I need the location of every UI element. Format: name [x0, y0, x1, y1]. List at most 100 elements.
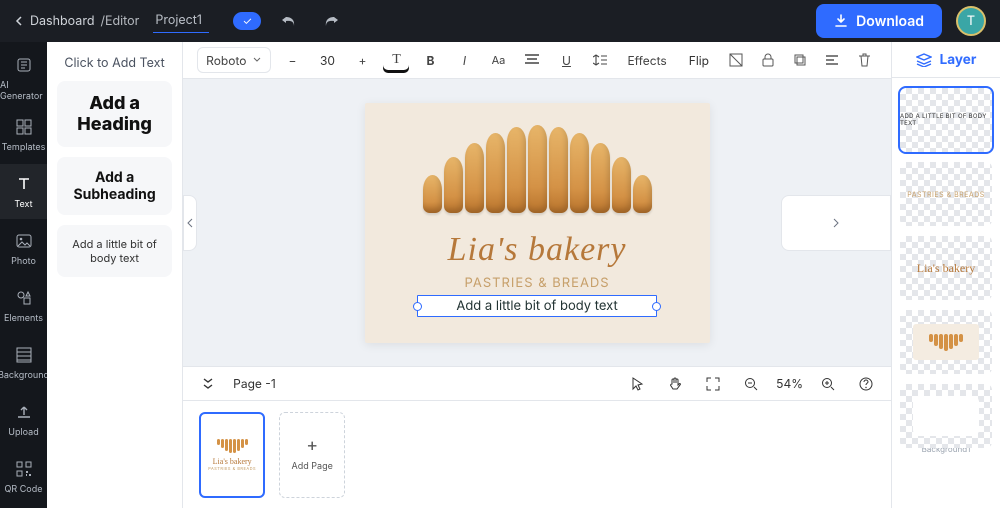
- collapse-right-handle[interactable]: [781, 195, 891, 251]
- rail-item-upload[interactable]: Upload: [0, 392, 47, 447]
- thumb-bread-icon: [217, 439, 248, 453]
- rail-item-ai[interactable]: AI Generator: [0, 50, 47, 105]
- layer-panel-heading[interactable]: Layer: [892, 42, 1000, 78]
- duplicate-icon: [793, 53, 807, 67]
- rail-item-qrcode[interactable]: QR Code: [0, 449, 47, 504]
- rail-item-background[interactable]: Background: [0, 335, 47, 390]
- help-button[interactable]: [853, 371, 879, 397]
- italic-button[interactable]: I: [451, 47, 477, 73]
- align-icon: [525, 54, 539, 66]
- cursor-tool-button[interactable]: [624, 371, 650, 397]
- thumb-subtitle: PASTRIES & BREADS: [208, 466, 256, 471]
- add-heading-button[interactable]: Add a Heading: [57, 81, 172, 147]
- zoom-out-icon: [744, 377, 758, 391]
- download-label: Download: [856, 13, 924, 30]
- collapse-left-handle[interactable]: [183, 195, 197, 251]
- position-icon: [825, 53, 839, 67]
- font-size-decrease-button[interactable]: −: [279, 47, 305, 73]
- page-label: Page -1: [233, 376, 276, 391]
- page-thumbnails: Lia's bakery PASTRIES & BREADS + Add Pag…: [183, 400, 891, 508]
- trash-icon: [858, 53, 871, 67]
- chevron-left-icon: [186, 218, 194, 228]
- canvas-title-text[interactable]: Lia's bakery: [365, 231, 710, 269]
- zoom-in-icon: [821, 377, 835, 391]
- layer-item-title[interactable]: Lia's bakery: [900, 236, 992, 300]
- undo-icon: [281, 14, 297, 28]
- templates-icon: [13, 116, 35, 138]
- dashboard-label: Dashboard: [30, 14, 94, 29]
- bold-button[interactable]: B: [417, 47, 443, 73]
- bread-icon: [929, 334, 963, 351]
- avatar[interactable]: T: [956, 6, 986, 36]
- redo-icon: [323, 14, 339, 28]
- add-body-text-button[interactable]: Add a little bit of body text: [57, 225, 172, 277]
- canvas[interactable]: Lia's bakery PASTRIES & BREADS Add a lit…: [365, 103, 710, 343]
- canvas-selected-textbox[interactable]: Add a little bit of body text: [417, 295, 657, 317]
- ai-icon: [13, 54, 35, 76]
- help-icon: [859, 377, 873, 391]
- underline-button[interactable]: U: [553, 47, 579, 73]
- layer-item-image[interactable]: [900, 310, 992, 374]
- lock-icon: [762, 53, 774, 67]
- canvas-area[interactable]: Lia's bakery PASTRIES & BREADS Add a lit…: [183, 79, 891, 366]
- project-name-input[interactable]: Project1: [153, 9, 209, 33]
- spacing-button[interactable]: [587, 47, 613, 73]
- plus-icon: +: [306, 437, 318, 455]
- rail-item-elements[interactable]: Elements: [0, 278, 47, 333]
- opacity-button[interactable]: [723, 47, 749, 73]
- delete-button[interactable]: [851, 47, 877, 73]
- left-rail: AI Generator Templates Text Photo Elemen…: [0, 42, 47, 508]
- sync-status-badge: ✓: [233, 12, 261, 30]
- chevron-down-icon: [252, 55, 262, 65]
- add-page-button[interactable]: + Add Page: [279, 412, 345, 498]
- pages-expand-button[interactable]: [195, 371, 221, 397]
- hand-icon: [668, 377, 682, 391]
- rail-item-text[interactable]: Text: [0, 164, 47, 219]
- rail-item-photo[interactable]: Photo: [0, 221, 47, 276]
- layer-item-background[interactable]: [900, 384, 992, 448]
- status-bar: Page -1 54%: [183, 366, 891, 400]
- lock-button[interactable]: [755, 47, 781, 73]
- chevron-left-icon: [14, 16, 24, 26]
- text-case-button[interactable]: Aa: [485, 47, 511, 73]
- text-toolbar: Roboto − 30 + T B I Aa U Effects Flip: [183, 42, 891, 79]
- elements-icon: [13, 287, 35, 309]
- layers-icon: [916, 53, 932, 67]
- editor-label: /Editor: [100, 14, 139, 29]
- position-button[interactable]: [819, 47, 845, 73]
- rail-item-templates[interactable]: Templates: [0, 107, 47, 162]
- font-family-select[interactable]: Roboto: [197, 47, 271, 73]
- font-size-value[interactable]: 30: [313, 53, 341, 68]
- effects-button[interactable]: Effects: [621, 47, 672, 73]
- editor-center: Roboto − 30 + T B I Aa U Effects Flip: [183, 42, 891, 508]
- bread-image[interactable]: [405, 121, 670, 213]
- dashboard-link[interactable]: Dashboard /Editor: [14, 14, 139, 29]
- align-button[interactable]: [519, 47, 545, 73]
- side-panel-heading: Click to Add Text: [57, 56, 172, 71]
- layer-item-body-text[interactable]: Add a little bit of body text: [900, 88, 992, 152]
- chevron-right-icon: [832, 218, 840, 228]
- page-thumb-1[interactable]: Lia's bakery PASTRIES & BREADS: [199, 412, 265, 498]
- opacity-icon: [729, 53, 743, 67]
- text-side-panel: Click to Add Text Add a Heading Add a Su…: [47, 42, 183, 508]
- layer-panel: Layer Add a little bit of body text PAST…: [891, 42, 1000, 508]
- add-subheading-button[interactable]: Add a Subheading: [57, 157, 172, 215]
- layer-item-subtitle[interactable]: PASTRIES & BREADS: [900, 162, 992, 226]
- canvas-subtitle-text[interactable]: PASTRIES & BREADS: [365, 275, 710, 291]
- zoom-value[interactable]: 54%: [776, 376, 803, 391]
- background-icon: [13, 344, 35, 366]
- redo-button[interactable]: [317, 7, 345, 35]
- pan-tool-button[interactable]: [662, 371, 688, 397]
- text-color-button[interactable]: T: [383, 47, 409, 73]
- double-chevron-down-icon: [201, 378, 215, 390]
- fit-screen-button[interactable]: [700, 371, 726, 397]
- zoom-out-button[interactable]: [738, 371, 764, 397]
- photo-icon: [13, 230, 35, 252]
- download-button[interactable]: Download: [816, 4, 942, 38]
- duplicate-button[interactable]: [787, 47, 813, 73]
- download-icon: [834, 14, 848, 28]
- zoom-in-button[interactable]: [815, 371, 841, 397]
- undo-button[interactable]: [275, 7, 303, 35]
- flip-button[interactable]: Flip: [681, 47, 717, 73]
- font-size-increase-button[interactable]: +: [349, 47, 375, 73]
